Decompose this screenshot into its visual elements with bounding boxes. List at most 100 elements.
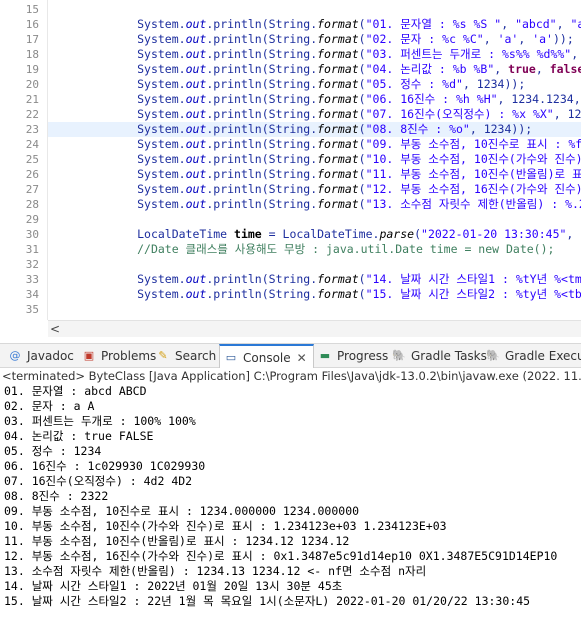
code-token: .println( <box>206 17 269 31</box>
console-icon: ▭ <box>225 350 237 364</box>
line-number: 24 <box>25 138 39 151</box>
line-number: 15 <box>25 3 39 16</box>
code-token: ( <box>358 167 366 181</box>
code-editor[interactable]: 15 16 17 18 19 20 21 22 23 24 25 26 27 28 29 30 31 32 33 34… <box>0 0 581 339</box>
code-token: 'a' <box>532 32 553 46</box>
code-token: .println( <box>206 62 269 76</box>
line-number: 28 <box>25 198 39 211</box>
code-token: parse <box>379 227 415 241</box>
code-token: out <box>185 47 207 61</box>
line-number: 34 <box>25 288 39 301</box>
console-output-line: 09. 부동 소수점, 10진수로 표시 : 1234.000000 1234.… <box>4 504 360 518</box>
code-token: ( <box>358 197 366 211</box>
code-line[interactable]: LocalDateTime time = LocalDateTime.parse… <box>54 227 581 242</box>
code-token: System. <box>137 287 186 301</box>
code-line[interactable]: System.out.println(String.format("14. 날짜… <box>54 272 581 287</box>
console-output-line: 05. 정수 : 1234 <box>4 444 102 458</box>
line-number: 27 <box>25 183 39 196</box>
line-number: 19 <box>25 63 39 76</box>
javadoc-icon: @ <box>9 349 21 362</box>
tab-gradle-tasks[interactable]: 🐘 Gradle Tasks <box>388 344 487 368</box>
console-output-line: 04. 논리값 : true FALSE <box>4 429 154 443</box>
code-token: "06. 16진수 : %h %H" <box>365 92 498 106</box>
code-token: System. <box>137 92 186 106</box>
code-token: ( <box>358 77 366 91</box>
code-line[interactable]: //Date 클래스를 사용해도 무방 : java.util.Date tim… <box>54 242 554 257</box>
console-output-line: 10. 부동 소수점, 10진수(가수와 진수)로 표시 : 1.234123e… <box>4 519 447 533</box>
code-line[interactable]: System.out.println(String.format("06. 16… <box>54 92 581 107</box>
line-number: 35 <box>25 303 39 316</box>
problems-icon: ▣ <box>83 349 95 362</box>
code-token: System. <box>137 137 186 151</box>
code-token: String. <box>268 137 318 151</box>
code-token: .println( <box>206 152 269 166</box>
code-line[interactable]: System.out.println(String.format("11. 부동… <box>54 167 581 182</box>
code-token: , <box>494 62 509 76</box>
code-token: "03. 퍼센트는 두개로 : %s%% %d%%" <box>365 47 572 61</box>
code-token: .println( <box>206 167 269 181</box>
line-number: 30 <box>25 228 39 241</box>
code-line[interactable]: System.out.println(String.format("03. 퍼센… <box>54 47 581 62</box>
code-token: String. <box>268 287 318 301</box>
code-token: time <box>234 227 262 241</box>
tab-problems[interactable]: ▣ Problems <box>78 344 157 368</box>
code-token: out <box>185 167 207 181</box>
code-line[interactable]: System.out.println(String.format("10. 부동… <box>54 152 581 167</box>
code-token: "abcd" <box>570 17 581 31</box>
code-line[interactable]: System.out.println(String.format("13. 소수… <box>54 197 581 212</box>
console-output[interactable]: 01. 문자열 : abcd ABCD 02. 문자 : a A 03. 퍼센트는 … <box>0 384 581 617</box>
code-token: .println( <box>206 182 269 196</box>
tab-gradle-executi[interactable]: 🐘 Gradle Executi <box>482 344 581 368</box>
code-token: String. <box>268 182 318 196</box>
code-token: ( <box>358 47 366 61</box>
line-number: 31 <box>25 243 39 256</box>
progress-icon: ▬ <box>319 349 331 362</box>
code-token: out <box>185 17 207 31</box>
code-token: String. <box>268 32 318 46</box>
scroll-left-arrow-icon[interactable]: < <box>48 321 62 337</box>
code-line[interactable]: System.out.println(String.format("02. 문자… <box>54 32 574 47</box>
code-token: format <box>317 167 359 181</box>
code-line[interactable]: System.out.println(String.format("01. 문자… <box>54 17 581 32</box>
line-number: 18 <box>25 48 39 61</box>
code-line[interactable]: System.out.println(String.format("12. 부동… <box>54 182 581 197</box>
tab-search[interactable]: ✎ Search <box>152 344 216 368</box>
tab-progress[interactable]: ▬ Progress <box>314 344 388 368</box>
code-token: String. <box>268 197 318 211</box>
code-line[interactable]: System.out.println(String.format("05. 정수… <box>54 77 525 92</box>
code-token: String. <box>268 272 318 286</box>
code-token: , <box>566 227 581 241</box>
tab-console[interactable]: ▭ Console ✕ <box>219 344 314 369</box>
code-token: out <box>185 137 207 151</box>
code-token: .println( <box>206 287 269 301</box>
console-output-line: 08. 8진수 : 2322 <box>4 489 109 503</box>
tab-javadoc[interactable]: @ Javadoc <box>4 344 74 368</box>
code-token: ( <box>358 122 366 136</box>
code-token: ( <box>358 152 366 166</box>
code-token: "15. 날짜 시간 스타일2 : %ty년 %<tb %<ta <box>365 287 581 301</box>
code-token: "13. 소수점 자릿수 제한(반올림) : %.2f %.2 <box>365 197 581 211</box>
code-token: ( <box>358 92 366 106</box>
code-token: format <box>317 182 359 196</box>
tab-label: Progress <box>337 349 389 363</box>
horizontal-scrollbar[interactable]: < <box>48 320 581 337</box>
line-number: 17 <box>25 33 39 46</box>
close-icon[interactable]: ✕ <box>297 351 307 365</box>
current-code-line[interactable]: System.out.println(String.format("08. 8진… <box>48 122 581 137</box>
code-line[interactable]: System.out.println(String.format("07. 16… <box>54 107 581 122</box>
code-token: .println( <box>206 107 269 121</box>
code-token: , <box>518 32 533 46</box>
code-token: , <box>556 17 571 31</box>
code-line[interactable]: System.out.println(String.format("15. 날짜… <box>54 287 581 302</box>
code-line[interactable]: System.out.println(String.format("09. 부동… <box>54 137 581 152</box>
code-line[interactable]: System.out.println(String.format("04. 논리… <box>54 62 581 77</box>
